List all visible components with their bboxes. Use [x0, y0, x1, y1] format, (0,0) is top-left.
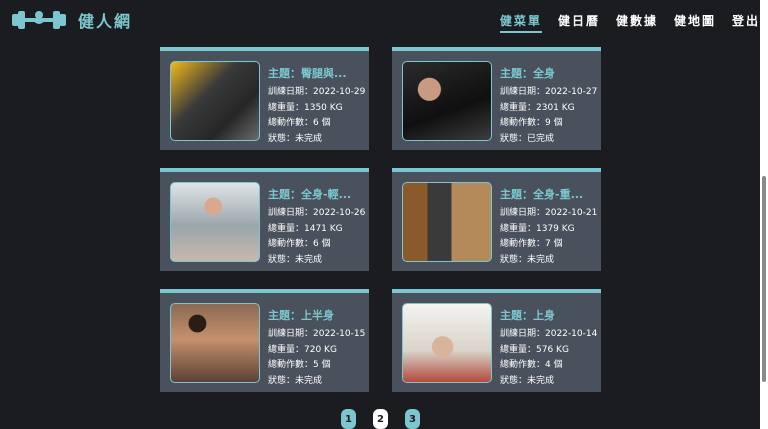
workout-image: [170, 303, 260, 383]
workout-image: [402, 182, 492, 262]
card-weight: 總重量：2301 KG: [500, 102, 575, 113]
dumbbell-icon: [12, 11, 66, 29]
card-info: 主題：上身 訓練日期：2022-10-14 總重量：576 KG 總動作數：4 …: [500, 307, 598, 389]
card-date: 訓練日期：2022-10-26: [268, 208, 366, 218]
card-status: 狀態：已完成: [500, 133, 555, 144]
card-info: 主題：上半身 訓練日期：2022-10-15 總重量：720 KG 總動作數：5…: [268, 307, 366, 389]
pagination: 1 2 3: [341, 409, 421, 429]
card-title: 主題：全身-重...: [500, 188, 584, 201]
workout-image: [170, 182, 260, 262]
card-exercises: 總動作數：9 個: [500, 118, 563, 128]
nav-calendar[interactable]: 健日曆: [558, 12, 600, 33]
workout-image: [402, 303, 492, 383]
nav-data[interactable]: 健數據: [616, 12, 658, 33]
card-exercises: 總動作數：5 個: [268, 360, 331, 370]
card-title: 主題：全身: [500, 67, 555, 80]
card-exercises: 總動作數：6 個: [268, 118, 331, 128]
card-date: 訓練日期：2022-10-21: [500, 208, 598, 218]
card-date: 訓練日期：2022-10-14: [500, 329, 598, 339]
card-status: 狀態：未完成: [500, 375, 555, 386]
card-status: 狀態：未完成: [268, 133, 323, 144]
card-info: 主題：臀腿與... 訓練日期：2022-10-29 總重量：1350 KG 總動…: [268, 65, 366, 147]
card-date: 訓練日期：2022-10-27: [500, 87, 598, 97]
page-scrollbar[interactable]: [760, 0, 768, 429]
workout-image: [170, 61, 260, 141]
main-nav: 健菜單 健日曆 健數據 健地圖 登出: [484, 12, 760, 33]
workout-image: [402, 61, 492, 141]
card-weight: 總重量：720 KG: [268, 344, 337, 355]
card-weight: 總重量：1350 KG: [268, 102, 343, 113]
card-weight: 總重量：1471 KG: [268, 223, 343, 234]
scrollbar-thumb[interactable]: [762, 176, 766, 382]
card-weight: 總重量：576 KG: [500, 344, 569, 355]
card-status: 狀態：未完成: [268, 375, 323, 386]
card-title: 主題：上半身: [268, 309, 334, 322]
nav-logout[interactable]: 登出: [732, 12, 760, 33]
card-weight: 總重量：1379 KG: [500, 223, 575, 234]
app-root: 健人網 健菜單 健日曆 健數據 健地圖 登出 主題：臀腿與... 訓練日期：20…: [0, 0, 768, 429]
card-date: 訓練日期：2022-10-15: [268, 329, 366, 339]
card-info: 主題：全身-輕... 訓練日期：2022-10-26 總重量：1471 KG 總…: [268, 186, 366, 268]
card-exercises: 總動作數：4 個: [500, 360, 563, 370]
card-info: 主題：全身 訓練日期：2022-10-27 總重量：2301 KG 總動作數：9…: [500, 65, 598, 147]
page-button-2[interactable]: 2: [373, 409, 388, 429]
card-exercises: 總動作數：6 個: [268, 239, 331, 249]
workout-card[interactable]: 主題：上半身 訓練日期：2022-10-15 總重量：720 KG 總動作數：5…: [160, 289, 369, 392]
card-info: 主題：全身-重... 訓練日期：2022-10-21 總重量：1379 KG 總…: [500, 186, 598, 268]
workout-card[interactable]: 主題：全身 訓練日期：2022-10-27 總重量：2301 KG 總動作數：9…: [392, 47, 601, 150]
card-exercises: 總動作數：7 個: [500, 239, 563, 249]
card-date: 訓練日期：2022-10-29: [268, 87, 366, 97]
nav-map[interactable]: 健地圖: [674, 12, 716, 33]
top-header: 健人網 健菜單 健日曆 健數據 健地圖 登出: [0, 0, 760, 44]
card-title: 主題：臀腿與...: [268, 67, 347, 80]
page-button-1[interactable]: 1: [341, 409, 356, 429]
workout-card[interactable]: 主題：上身 訓練日期：2022-10-14 總重量：576 KG 總動作數：4 …: [392, 289, 601, 392]
nav-menu[interactable]: 健菜單: [499, 12, 542, 33]
card-title: 主題：上身: [500, 309, 555, 322]
workout-card-grid: 主題：臀腿與... 訓練日期：2022-10-29 總重量：1350 KG 總動…: [160, 47, 601, 393]
page-button-3[interactable]: 3: [405, 409, 420, 429]
card-status: 狀態：未完成: [500, 254, 555, 265]
card-title: 主題：全身-輕...: [268, 188, 352, 201]
brand-name: 健人網: [78, 12, 133, 31]
card-status: 狀態：未完成: [268, 254, 323, 265]
workout-card[interactable]: 主題：全身-輕... 訓練日期：2022-10-26 總重量：1471 KG 總…: [160, 168, 369, 271]
workout-card[interactable]: 主題：臀腿與... 訓練日期：2022-10-29 總重量：1350 KG 總動…: [160, 47, 369, 150]
logo[interactable]: 健人網: [12, 8, 132, 32]
workout-card[interactable]: 主題：全身-重... 訓練日期：2022-10-21 總重量：1379 KG 總…: [392, 168, 601, 271]
